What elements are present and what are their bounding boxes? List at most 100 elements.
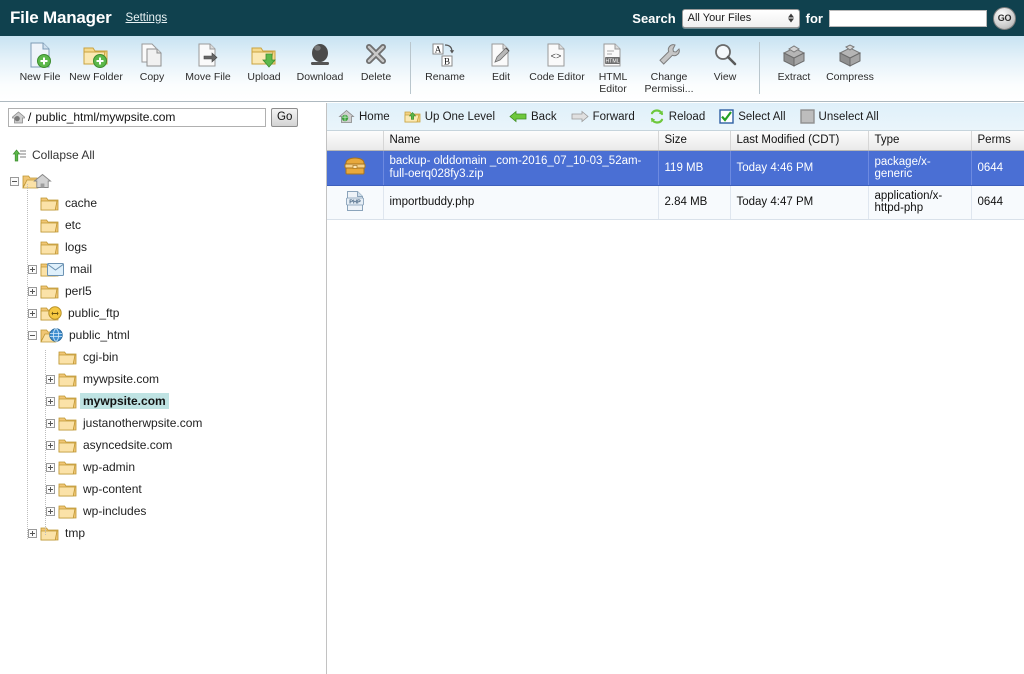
tree-collapse-icon[interactable] <box>28 330 37 340</box>
tree-item-public-html[interactable]: public_html <box>0 324 326 346</box>
tree-item-label: cache <box>65 196 98 210</box>
tree-item-label: mywpsite.com <box>83 372 160 386</box>
col-header-modified[interactable]: Last Modified (CDT) <box>730 131 869 151</box>
toolbar-label: Change Permissi... <box>644 71 694 95</box>
tree-item-mywpsite-com[interactable]: mywpsite.com <box>0 368 326 390</box>
tree-expand-icon[interactable] <box>28 264 37 274</box>
tree-item-mail[interactable]: mail <box>0 258 326 280</box>
path-bar: / Go <box>0 103 326 131</box>
collapse-all-icon <box>12 148 27 162</box>
svg-text:<>: <> <box>551 52 562 62</box>
extract-button[interactable]: Extract <box>766 36 822 98</box>
tree-item-tmp[interactable]: tmp <box>0 522 326 544</box>
search-go-button[interactable]: GO <box>993 6 1016 30</box>
folder-icon <box>58 460 77 475</box>
path-go-button[interactable]: Go <box>271 107 299 127</box>
change-permissions-button[interactable]: Change Permissi... <box>641 36 697 98</box>
nav-home[interactable]: Home <box>333 106 395 128</box>
tree-item-label <box>55 180 61 182</box>
page-title: File Manager <box>10 8 112 27</box>
col-header-perms[interactable]: Perms <box>971 131 1024 151</box>
html-editor-button[interactable]: HTML HTML Editor <box>585 36 641 98</box>
toolbar-divider <box>759 42 760 94</box>
nav-forward[interactable]: Forward <box>566 106 640 128</box>
code-editor-button[interactable]: <> Code Editor <box>529 36 585 98</box>
tree-item-label: public_ftp <box>68 306 120 320</box>
compress-button[interactable]: Compress <box>822 36 878 98</box>
nav-label: Select All <box>738 110 786 123</box>
zip-archive-icon <box>343 155 367 177</box>
edit-button[interactable]: Edit <box>473 36 529 98</box>
view-button[interactable]: View <box>697 36 753 98</box>
tree-expand-icon[interactable] <box>46 418 55 428</box>
tree-expand-icon[interactable] <box>28 528 37 538</box>
tree-expand-icon[interactable] <box>46 462 55 472</box>
col-header-size[interactable]: Size <box>658 131 731 151</box>
tree-item-etc[interactable]: etc <box>0 214 326 236</box>
tree-item-label: logs <box>65 240 88 254</box>
nav-label: Unselect All <box>818 110 879 123</box>
file-name: backup- olddomain _com-2016_07_10-03_52a… <box>389 154 642 180</box>
nav-label: Reload <box>668 110 706 123</box>
copy-button[interactable]: Copy <box>124 36 180 98</box>
path-input-wrapper[interactable]: / <box>8 107 266 127</box>
settings-link[interactable]: Settings <box>126 12 168 24</box>
tree-item-logs[interactable]: logs <box>0 236 326 258</box>
collapse-all-button[interactable]: Collapse All <box>12 148 95 162</box>
nav-up-one-level[interactable]: Up One Level <box>399 106 500 128</box>
folder-icon <box>58 438 77 453</box>
nav-back[interactable]: Back <box>504 106 562 128</box>
nav-label: Back <box>531 110 557 123</box>
tree-item-label: mywpsite.com <box>80 393 169 409</box>
path-input[interactable] <box>33 109 263 125</box>
nav-unselect-all[interactable]: Unselect All <box>795 106 884 128</box>
col-header-type[interactable]: Type <box>868 131 972 151</box>
tree-item-wp-includes[interactable]: wp-includes <box>0 500 326 522</box>
tree-item-perl5[interactable]: perl5 <box>0 280 326 302</box>
search-scope-select[interactable]: All Your Files <box>681 8 800 28</box>
tree-item-justanotherwpsite-com[interactable]: justanotherwpsite.com <box>0 412 326 434</box>
tree-expand-icon[interactable] <box>46 440 55 450</box>
rename-button[interactable]: A B Rename <box>417 36 473 98</box>
folder-icon <box>58 416 77 431</box>
download-button[interactable]: Download <box>292 36 348 98</box>
nav-label: Home <box>359 110 390 123</box>
folder-icon <box>40 526 59 541</box>
col-header-icon[interactable] <box>327 131 384 151</box>
tree-expand-icon[interactable] <box>46 484 55 494</box>
delete-button[interactable]: Delete <box>348 36 404 98</box>
tree-expand-icon[interactable] <box>28 286 37 296</box>
search-input[interactable] <box>829 9 987 27</box>
web-folder-icon <box>40 328 63 343</box>
tree-item-cache[interactable]: cache <box>0 192 326 214</box>
file-modified-cell: Today 4:47 PM <box>730 185 869 220</box>
new-folder-button[interactable]: New Folder <box>68 36 124 98</box>
tree-expand-icon[interactable] <box>46 396 55 406</box>
tree-item-public-ftp[interactable]: public_ftp <box>0 302 326 324</box>
tree-collapse-icon[interactable] <box>10 176 19 186</box>
toolbar-label: Upload <box>247 71 281 83</box>
nav-reload[interactable]: Reload <box>644 106 710 128</box>
nav-select-all[interactable]: Select All <box>714 106 790 128</box>
tree-item-label: etc <box>65 218 82 232</box>
search-label: Search <box>632 10 676 26</box>
tree-item-root[interactable] <box>0 170 326 192</box>
tree-expand-icon[interactable] <box>46 506 55 516</box>
col-header-name[interactable]: Name <box>383 131 659 151</box>
new-file-icon <box>27 41 53 69</box>
tree-expand-icon[interactable] <box>46 374 55 384</box>
tree-item-asyncedsite-com[interactable]: asyncedsite.com <box>0 434 326 456</box>
file-perms-cell[interactable]: 0644 <box>971 185 1024 220</box>
tree-item-cgi-bin[interactable]: cgi-bin <box>0 346 326 368</box>
tree-item-wp-content[interactable]: wp-content <box>0 478 326 500</box>
tree-expand-icon[interactable] <box>28 308 37 318</box>
new-file-button[interactable]: New File <box>12 36 68 98</box>
home-globe-icon <box>11 110 26 124</box>
tree-item-wp-admin[interactable]: wp-admin <box>0 456 326 478</box>
move-file-button[interactable]: Move File <box>180 36 236 98</box>
upload-button[interactable]: Upload <box>236 36 292 98</box>
tree-item-mywpsite-com[interactable]: mywpsite.com <box>0 390 326 412</box>
table-row[interactable]: PHP importbuddy.php 2.84 MB Today 4:47 P… <box>327 185 1024 220</box>
file-perms-cell[interactable]: 0644 <box>971 150 1024 186</box>
table-row[interactable]: backup- olddomain _com-2016_07_10-03_52a… <box>327 150 1024 186</box>
